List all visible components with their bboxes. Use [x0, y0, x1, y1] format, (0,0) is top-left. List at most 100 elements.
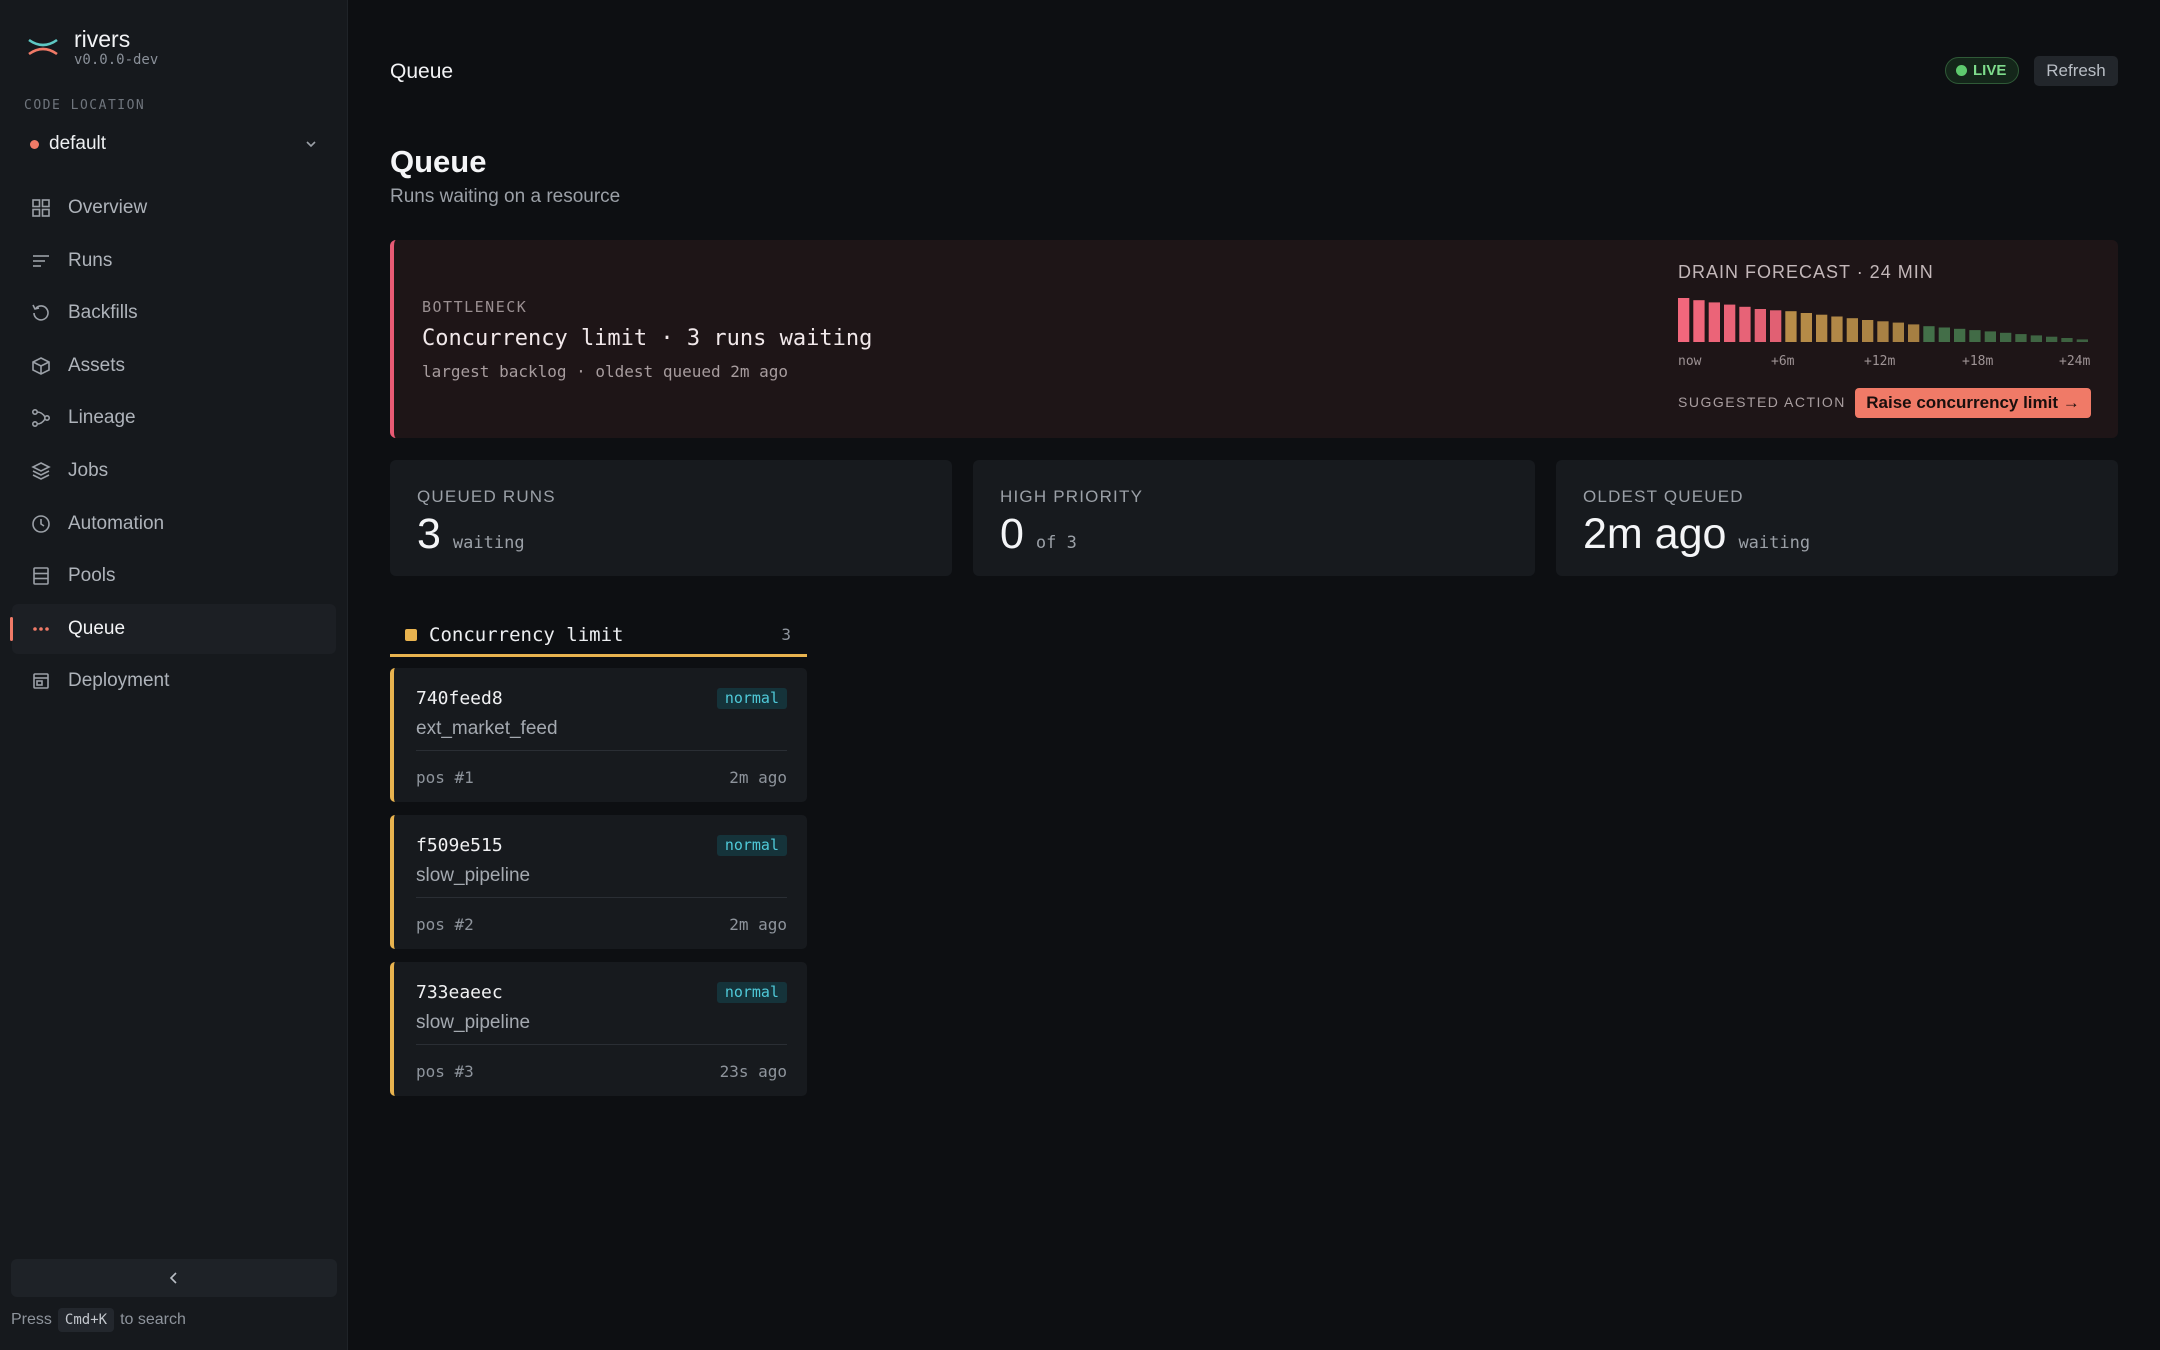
sidebar-item-automation[interactable]: Automation [12, 499, 336, 549]
refresh-button[interactable]: Refresh [2034, 56, 2118, 86]
stat-card-queued-runs: QUEUED RUNS 3 waiting [390, 460, 952, 576]
job-name: slow_pipeline [416, 865, 531, 886]
forecast-tick: +18m [1962, 354, 1994, 369]
job-name: slow_pipeline [416, 1012, 531, 1033]
forecast-bar [2000, 332, 2012, 342]
search-shortcut: Cmd+K [57, 1308, 115, 1332]
lineage-icon [31, 409, 51, 428]
sidebar-item-lineage[interactable]: Lineage [12, 393, 336, 443]
queue-position: pos #2 [416, 915, 474, 934]
stat-value: 2m ago [1583, 510, 1727, 558]
queued-age: 2m ago [729, 768, 787, 787]
queue-position: pos #3 [416, 1062, 474, 1081]
raise-concurrency-limit-button[interactable]: Raise concurrency limit → [1855, 388, 2091, 418]
forecast-bar [1892, 322, 1904, 342]
stat-unit: waiting [452, 533, 525, 553]
run-id: 740feed8 [416, 688, 503, 709]
sidebar-item-overview[interactable]: Overview [12, 183, 336, 233]
forecast-bar [1877, 321, 1889, 342]
forecast-bar [1908, 324, 1920, 342]
code-location-select[interactable]: default [24, 128, 324, 160]
forecast-bar [2061, 338, 2073, 342]
queued-run-card[interactable]: 733eaeec normal slow_pipeline pos #3 23s… [390, 962, 807, 1096]
sidebar-item-label: Assets [68, 354, 126, 376]
sidebar-item-runs[interactable]: Runs [12, 236, 336, 286]
forecast-bar [1862, 320, 1874, 342]
topbar-title: Queue [390, 60, 454, 83]
sidebar: rivers v0.0.0-dev CODE LOCATION default … [0, 0, 348, 1350]
page-title: Queue [390, 144, 487, 179]
suggested-action-label: SUGGESTED ACTION [1678, 394, 1846, 410]
forecast-bar [2076, 339, 2088, 342]
sidebar-item-label: Jobs [68, 459, 109, 481]
queued-age: 2m ago [729, 915, 787, 934]
forecast-bar [1739, 306, 1751, 342]
live-indicator[interactable]: LIVE [1945, 57, 2020, 84]
app-name: rivers [74, 26, 131, 52]
live-label: LIVE [1973, 62, 2007, 79]
layers-icon [31, 462, 51, 480]
queued-run-card[interactable]: f509e515 normal slow_pipeline pos #2 2m … [390, 815, 807, 949]
sidebar-item-label: Runs [68, 249, 113, 271]
search-hint-suffix: to search [120, 1311, 186, 1328]
forecast-bar [2030, 335, 2042, 342]
forecast-bar [1678, 298, 1690, 342]
clock-icon [32, 514, 50, 533]
forecast-bar [1785, 311, 1797, 342]
forecast-bar [1846, 318, 1858, 342]
drain-forecast-chart [1678, 298, 2088, 342]
forecast-bar [1800, 313, 1812, 342]
code-location-status-dot [30, 139, 39, 149]
sidebar-item-queue[interactable]: Queue [10, 603, 336, 654]
sidebar-item-pools[interactable]: Pools [12, 551, 336, 601]
forecast-bar [1708, 302, 1720, 342]
lane-color-swatch [405, 628, 417, 641]
sidebar-item-label: Backfills [68, 302, 138, 324]
app-version: v0.0.0-dev [74, 52, 159, 68]
forecast-bar [1831, 316, 1843, 342]
code-location-label: CODE LOCATION [24, 98, 146, 113]
job-name: ext_market_feed [416, 718, 558, 739]
stat-value: 3 [417, 510, 441, 558]
forecast-bar [1954, 328, 1966, 342]
queued-run-card[interactable]: 740feed8 normal ext_market_feed pos #1 2… [390, 668, 807, 802]
bottleneck-title: Concurrency limit · 3 runs waiting [422, 326, 873, 351]
sidebar-item-deployment[interactable]: Deployment [12, 656, 336, 706]
sidebar-item-backfills[interactable]: Backfills [12, 288, 336, 338]
queue-position: pos #1 [416, 768, 474, 787]
sidebar-item-label: Pools [68, 565, 116, 587]
forecast-tick: +6m [1771, 354, 1795, 369]
sidebar-nav: Overview Runs Backfills Assets Lineage J… [10, 183, 336, 709]
lane-count: 3 [781, 625, 791, 644]
priority-badge: normal [716, 835, 787, 856]
forecast-bar [1969, 330, 1981, 342]
search-hint: Press Cmd+K to search [11, 1308, 186, 1332]
card-divider [416, 1044, 787, 1045]
sidebar-item-label: Automation [68, 512, 165, 534]
stat-card-oldest-queued: OLDEST QUEUED 2m ago waiting [1556, 460, 2118, 576]
stat-unit: waiting [1738, 533, 1811, 553]
priority-badge: normal [716, 982, 787, 1003]
lane-name: Concurrency limit [429, 623, 624, 646]
brand[interactable]: rivers v0.0.0-dev [26, 26, 158, 68]
forecast-bar [1770, 310, 1782, 342]
database-icon [33, 567, 49, 585]
stat-label: QUEUED RUNS [417, 487, 556, 506]
stat-value: 0 [1000, 510, 1024, 558]
code-location-name: default [49, 133, 107, 154]
forecast-bar [1724, 304, 1736, 342]
list-icon [33, 254, 49, 267]
forecast-bar [1984, 331, 1996, 342]
collapse-sidebar-button[interactable] [11, 1259, 337, 1297]
lane-header-concurrency-limit[interactable]: Concurrency limit 3 [390, 615, 807, 657]
sidebar-item-jobs[interactable]: Jobs [12, 446, 336, 496]
card-divider [416, 750, 787, 751]
forecast-bar [1938, 327, 1950, 342]
run-id: f509e515 [416, 835, 503, 856]
forecast-tick: +12m [1864, 354, 1896, 369]
sidebar-item-label: Lineage [68, 407, 136, 429]
deployment-icon [33, 673, 49, 690]
sidebar-item-assets[interactable]: Assets [12, 341, 336, 391]
grid-icon [32, 199, 50, 217]
bottleneck-label: BOTTLENECK [422, 298, 528, 316]
